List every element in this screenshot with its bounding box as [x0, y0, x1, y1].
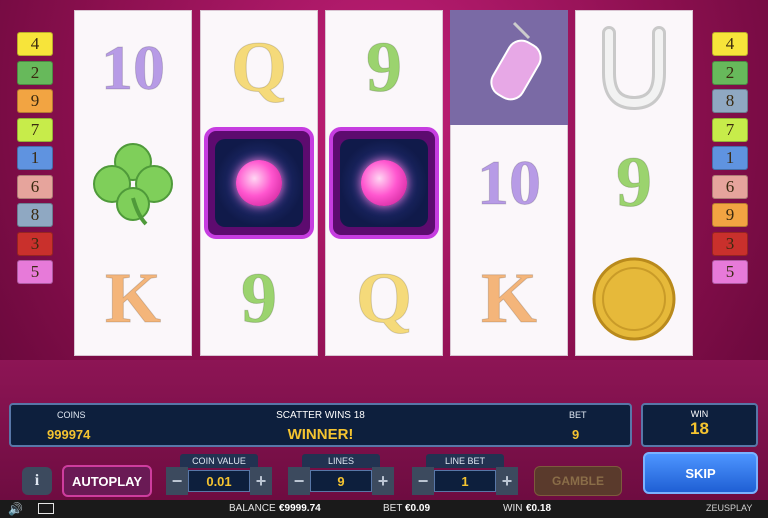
left-payline-2: 2 — [17, 60, 53, 85]
win-value: 18 — [690, 419, 709, 438]
status-win-value: €0.18 — [526, 503, 552, 514]
lines-field: 9 — [310, 470, 372, 492]
reel-2: Q9 — [200, 10, 318, 356]
scatter-wins-text: SCATTER WINS 18 — [276, 410, 365, 421]
reel-5: 9 — [575, 10, 693, 356]
gold-coin-icon — [575, 241, 693, 356]
left-payline-8: 3 — [17, 231, 53, 256]
balance-value: €9999.74 — [279, 503, 321, 514]
left-payline-9: 5 — [17, 260, 53, 284]
status-bet-label: BET — [383, 503, 403, 514]
symbol-9: 9 — [575, 125, 693, 240]
info-panel: COINS 999974 SCATTER WINS 18 WINNER! BET… — [9, 403, 632, 447]
line-bet-field: 1 — [434, 470, 496, 492]
fullscreen-icon[interactable] — [38, 503, 54, 514]
symbol-k: K — [450, 241, 568, 356]
symbol-q: Q — [325, 241, 443, 356]
reel-4: 10 K — [450, 10, 568, 356]
right-payline-5: 1 — [712, 146, 748, 170]
autoplay-button[interactable]: AUTOPLAY — [62, 465, 152, 497]
coin-value-minus-button[interactable]: − — [166, 467, 188, 495]
right-payline-1: 4 — [712, 32, 748, 56]
status-bar: 🔊 BALANCE €9999.74 BET €0.09 WIN €0.18 Z… — [0, 500, 768, 518]
symbol-label: 10 — [101, 31, 166, 103]
left-payline-3: 9 — [17, 89, 53, 113]
line-bet-stepper: − 1 + — [412, 467, 518, 495]
coin-value-label: COIN VALUE — [180, 454, 258, 468]
right-payline-6: 6 — [712, 174, 748, 199]
line-bet-label: LINE BET — [426, 454, 504, 468]
symbol-k: K — [74, 241, 192, 356]
symbol-9: 9 — [325, 10, 443, 125]
crystal-ball-scatter-icon — [325, 125, 443, 240]
status-win-label: WIN — [503, 503, 523, 514]
bet-label: BET — [569, 410, 587, 420]
balance-label: BALANCE — [229, 503, 276, 514]
lines-stepper: − 9 + — [288, 467, 394, 495]
line-bet-minus-button[interactable]: − — [412, 467, 434, 495]
info-button[interactable]: i — [22, 467, 52, 495]
right-payline-7: 9 — [712, 203, 748, 227]
left-payline-5: 1 — [17, 146, 53, 170]
horseshoe-icon — [575, 10, 693, 125]
left-payline-6: 6 — [17, 174, 53, 199]
brand-logo: ZEUSPLAY — [706, 503, 753, 513]
right-payline-8: 3 — [712, 231, 748, 256]
winner-text: WINNER! — [287, 426, 354, 443]
win-label: WIN — [690, 409, 709, 419]
coin-value-stepper: − 0.01 + — [166, 467, 272, 495]
right-payline-2: 2 — [712, 60, 748, 85]
symbol-label: 9 — [241, 258, 278, 339]
left-payline-7: 8 — [17, 203, 53, 227]
line-bet-plus-button[interactable]: + — [496, 467, 518, 495]
symbol-label: 9 — [366, 27, 403, 108]
symbol-10: 10 — [74, 10, 192, 125]
right-payline-4: 7 — [712, 117, 748, 142]
reel-1: 10 K — [74, 10, 192, 356]
symbol-label: K — [104, 258, 161, 339]
bet-value: 9 — [572, 427, 580, 442]
status-bet-value: €0.09 — [405, 503, 431, 514]
left-payline-4: 7 — [17, 117, 53, 142]
pendant-icon — [450, 10, 568, 125]
coin-value-field: 0.01 — [188, 470, 250, 492]
lines-label: LINES — [302, 454, 380, 468]
symbol-9: 9 — [200, 241, 318, 356]
lines-minus-button[interactable]: − — [288, 467, 310, 495]
reel-area: 10 K Q 9 9 Q 10 K 9 — [74, 10, 694, 358]
clover-icon — [74, 125, 192, 240]
symbol-label: 9 — [616, 142, 653, 223]
symbol-q: Q — [200, 10, 318, 125]
right-payline-3: 8 — [712, 89, 748, 113]
sound-icon[interactable]: 🔊 — [8, 502, 23, 516]
right-payline-9: 5 — [712, 260, 748, 284]
reel-3: 9Q — [325, 10, 443, 356]
symbol-10: 10 — [450, 125, 568, 240]
win-panel: WIN 18 — [641, 403, 758, 447]
symbol-label: Q — [355, 258, 412, 339]
crystal-ball-scatter-icon — [200, 125, 318, 240]
gamble-button[interactable]: GAMBLE — [534, 466, 622, 496]
symbol-label: 10 — [477, 146, 542, 218]
right-payline-indicators: 4 2 8 7 1 6 9 3 5 — [712, 32, 748, 289]
skip-button[interactable]: SKIP — [643, 452, 758, 494]
symbol-label: Q — [230, 27, 287, 108]
coin-value-plus-button[interactable]: + — [250, 467, 272, 495]
symbol-label: K — [480, 258, 537, 339]
left-payline-indicators: 4 2 9 7 1 6 8 3 5 — [17, 32, 53, 289]
left-payline-1: 4 — [17, 32, 53, 56]
lines-plus-button[interactable]: + — [372, 467, 394, 495]
